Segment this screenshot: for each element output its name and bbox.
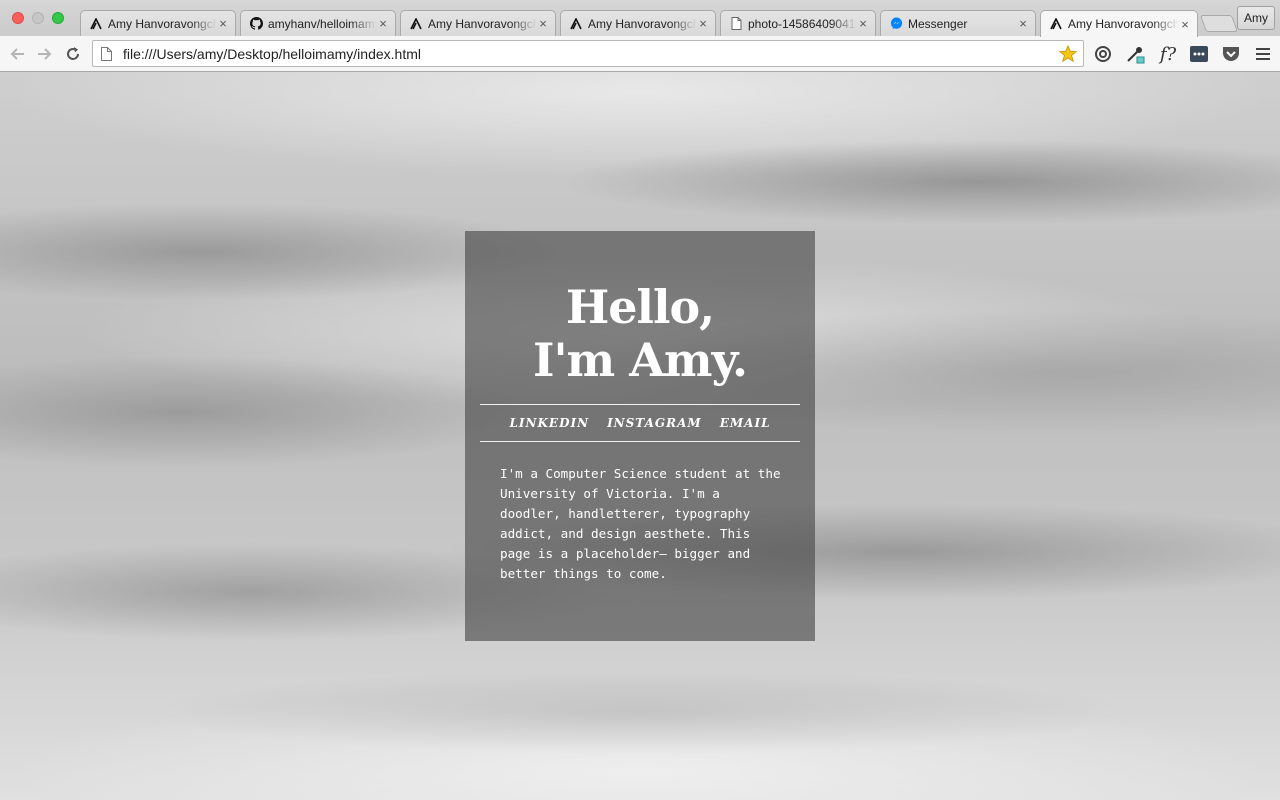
tab-7-active[interactable]: Amy Hanvoravongchai × <box>1040 10 1198 37</box>
bio-text: I'm a Computer Science student at the Un… <box>500 466 781 581</box>
instagram-link[interactable]: INSTAGRAM <box>607 416 702 430</box>
tab-title: Amy Hanvoravongchai <box>428 16 537 31</box>
tab-title: Amy Hanvoravongchai <box>108 16 217 31</box>
forward-button[interactable] <box>34 43 56 65</box>
divider-bottom <box>480 441 800 442</box>
intro-card: Hello, I'm Amy. LINKEDIN INSTAGRAM EMAIL… <box>465 231 815 641</box>
tab-4[interactable]: Amy Hanvoravongchai × <box>560 10 716 36</box>
tab-title: amyhanv/helloimamy <box>268 16 377 31</box>
tab-close-icon[interactable]: × <box>697 16 709 31</box>
address-bar[interactable]: file:///Users/amy/Desktop/helloimamy/ind… <box>92 40 1084 67</box>
forward-arrow-icon <box>38 48 52 60</box>
profile-button[interactable]: Amy <box>1237 6 1275 30</box>
tab-5[interactable]: photo-1458640904116 × <box>720 10 876 36</box>
url-text[interactable]: file:///Users/amy/Desktop/helloimamy/ind… <box>123 46 1057 62</box>
browser-toolbar: file:///Users/amy/Desktop/helloimamy/ind… <box>0 36 1280 72</box>
tab-close-icon[interactable]: × <box>217 16 229 31</box>
eyedropper-icon[interactable] <box>1124 43 1146 65</box>
tab-strip: Amy Hanvoravongchai × amyhanv/helloimamy… <box>0 0 1280 37</box>
tab-3[interactable]: Amy Hanvoravongchai × <box>400 10 556 36</box>
amy-logo-icon <box>409 17 423 31</box>
back-arrow-icon <box>10 48 24 60</box>
github-icon <box>249 17 263 31</box>
headline-line-1: Hello, <box>565 280 715 334</box>
headline-line-2: I'm Amy. <box>532 333 748 387</box>
tab-close-icon[interactable]: × <box>857 16 869 31</box>
bookmark-star-icon[interactable] <box>1057 43 1079 65</box>
back-button[interactable] <box>6 43 28 65</box>
tab-close-icon[interactable]: × <box>537 16 549 31</box>
tab-title: Amy Hanvoravongchai <box>1068 17 1179 31</box>
tab-title: Amy Hanvoravongchai <box>588 16 697 31</box>
menu-hamburger-icon[interactable] <box>1252 43 1274 65</box>
amy-logo-icon <box>569 17 583 31</box>
page-viewport: Hello, I'm Amy. LINKEDIN INSTAGRAM EMAIL… <box>0 72 1280 800</box>
tab-title: photo-1458640904116 <box>748 16 857 31</box>
new-tab-button[interactable] <box>1199 15 1239 32</box>
window-minimize-button[interactable] <box>32 12 44 24</box>
email-link[interactable]: EMAIL <box>720 416 771 430</box>
social-links: LINKEDIN INSTAGRAM EMAIL <box>465 405 815 441</box>
extension-circle-icon[interactable] <box>1092 43 1114 65</box>
reload-icon <box>67 47 79 60</box>
window-maximize-button[interactable] <box>52 12 64 24</box>
pocket-icon[interactable] <box>1220 43 1242 65</box>
tab-close-icon[interactable]: × <box>1179 17 1191 32</box>
document-icon <box>729 17 743 31</box>
window-close-button[interactable] <box>12 12 24 24</box>
messenger-icon <box>889 17 903 31</box>
page-title: Hello, I'm Amy. <box>465 281 815 387</box>
tab-1[interactable]: Amy Hanvoravongchai × <box>80 10 236 36</box>
page-icon <box>101 46 115 62</box>
reload-button[interactable] <box>62 43 84 65</box>
tab-6[interactable]: Messenger × <box>880 10 1036 36</box>
amy-logo-icon <box>89 17 103 31</box>
dots-extension-icon[interactable] <box>1188 43 1210 65</box>
font-identifier-icon[interactable]: f? <box>1156 43 1180 65</box>
tab-close-icon[interactable]: × <box>1017 16 1029 31</box>
amy-logo-icon <box>1049 17 1063 31</box>
linkedin-link[interactable]: LINKEDIN <box>509 416 589 430</box>
tab-2[interactable]: amyhanv/helloimamy × <box>240 10 396 36</box>
tab-title: Messenger <box>908 16 968 31</box>
tab-close-icon[interactable]: × <box>377 16 389 31</box>
